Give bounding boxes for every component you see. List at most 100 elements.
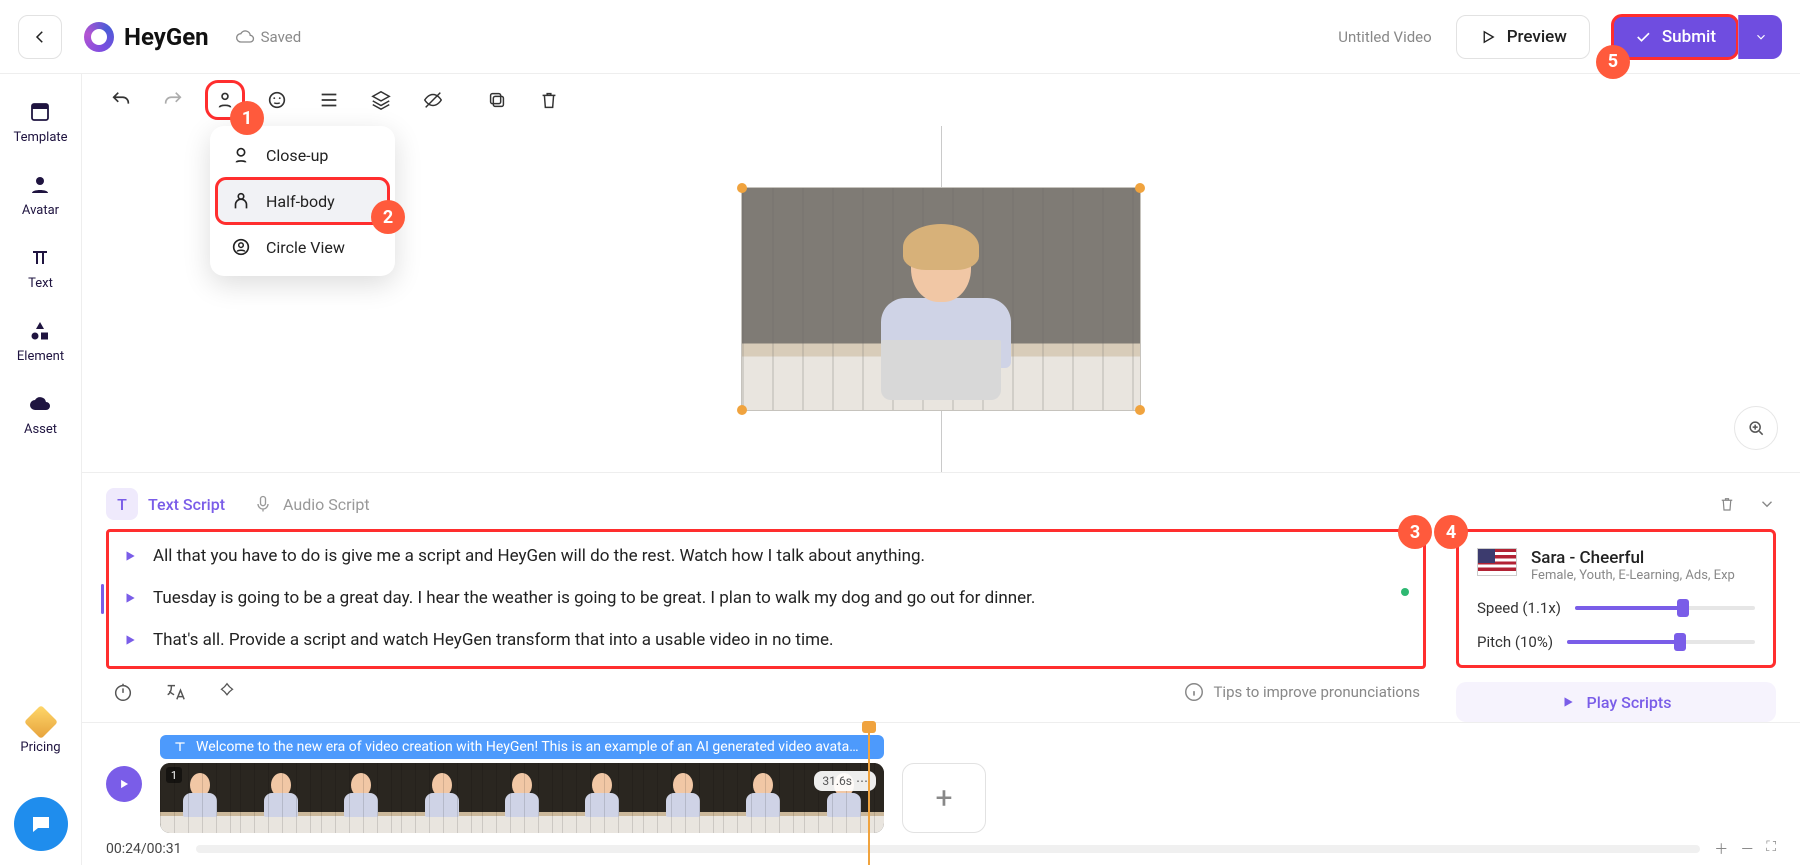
timeline-clip[interactable]: 1 31.6s⋯ [160, 763, 884, 833]
undo-button[interactable] [104, 83, 138, 117]
speed-slider[interactable] [1575, 606, 1755, 610]
redo-button[interactable] [156, 83, 190, 117]
brand-logo-icon [84, 22, 114, 52]
annotation-badge-3: 3 [1398, 515, 1432, 549]
sidebar-item-template[interactable]: Template [13, 100, 67, 145]
script-text: Tuesday is going to be a great day. I he… [153, 588, 1035, 608]
tips-label: Tips to improve pronunciations [1213, 683, 1420, 701]
zoom-fit-button[interactable]: ⛶ [1766, 839, 1776, 859]
check-icon [1634, 28, 1652, 46]
submit-button[interactable]: Submit [1612, 15, 1738, 59]
sidebar: Template Avatar Text Element Asset Prici… [0, 74, 82, 865]
play-line-button[interactable] [123, 590, 137, 610]
resize-handle[interactable] [737, 183, 747, 193]
annotation-badge-2: 2 [371, 200, 405, 234]
script-text: All that you have to do is give me a scr… [153, 546, 925, 566]
trash-icon[interactable] [1718, 495, 1736, 513]
play-scripts-button[interactable]: Play Scripts [1456, 682, 1776, 722]
script-tabs: T Text Script Audio Script [106, 483, 1776, 525]
chat-support-button[interactable] [14, 797, 68, 851]
tab-label: Audio Script [283, 495, 370, 514]
timeline-play-button[interactable] [106, 766, 142, 802]
active-indicator [1401, 588, 1409, 596]
pitch-slider[interactable] [1567, 640, 1755, 644]
layers-icon [370, 89, 392, 111]
tab-audio-script[interactable]: Audio Script [253, 494, 370, 514]
preview-button[interactable]: Preview [1456, 15, 1590, 59]
resize-handle[interactable] [737, 405, 747, 415]
sidebar-label: Element [17, 349, 64, 364]
annotation-badge-5: 5 [1596, 45, 1630, 79]
diamond-icon [24, 705, 58, 739]
script-line[interactable]: Tuesday is going to be a great day. I he… [109, 578, 1423, 620]
sidebar-label: Asset [24, 422, 57, 437]
canvas-toolbar: 1 Close-up Half-body 2 [82, 74, 1800, 126]
script-lines: All that you have to do is give me a scr… [106, 529, 1426, 669]
chevron-down-icon[interactable] [1758, 495, 1776, 513]
project-title[interactable]: Untitled Video [1338, 28, 1431, 46]
annotation-badge-4: 4 [1434, 515, 1468, 549]
trash-icon [538, 89, 560, 111]
submit-more-button[interactable] [1738, 15, 1782, 59]
zoom-out-button[interactable]: － [1740, 839, 1754, 859]
sidebar-label: Template [13, 130, 67, 145]
copy-button[interactable] [480, 83, 514, 117]
timeline-caption: Welcome to the new era of video creation… [196, 739, 859, 755]
delete-button[interactable] [532, 83, 566, 117]
script-line[interactable]: All that you have to do is give me a scr… [109, 536, 1423, 578]
resize-handle[interactable] [1135, 183, 1145, 193]
script-line[interactable]: That's all. Provide a script and watch H… [109, 620, 1423, 662]
sidebar-item-asset[interactable]: Asset [24, 392, 57, 437]
play-line-button[interactable] [123, 548, 137, 568]
chevron-down-icon [1754, 30, 1768, 44]
crop-option-halfbody[interactable]: Half-body [216, 178, 389, 224]
cloud-icon [235, 27, 255, 47]
add-clip-button[interactable]: + [902, 763, 986, 833]
sidebar-label: Pricing [20, 740, 60, 755]
align-button[interactable] [312, 83, 346, 117]
sidebar-item-element[interactable]: Element [17, 319, 64, 364]
pace-icon[interactable] [112, 681, 134, 703]
submit-label: Submit [1662, 27, 1716, 47]
eye-off-icon [422, 89, 444, 111]
zoom-button[interactable] [1734, 406, 1778, 450]
voice-settings[interactable]: Sara - Cheerful Female, Youth, E-Learnin… [1456, 529, 1776, 668]
zoom-in-button[interactable]: ＋ [1714, 839, 1728, 859]
ai-icon[interactable] [216, 681, 238, 703]
avatar-frame[interactable] [741, 187, 1141, 411]
speed-control: Speed (1.1x) [1477, 599, 1755, 617]
playhead[interactable] [868, 723, 870, 865]
sidebar-label: Text [28, 276, 53, 291]
sidebar-item-text[interactable]: Text [28, 246, 53, 291]
pitch-label: Pitch (10%) [1477, 633, 1553, 651]
info-icon [1183, 681, 1205, 703]
header: HeyGen Saved Untitled Video Preview Subm… [0, 0, 1800, 74]
face-icon [266, 89, 288, 111]
timeline-scrollbar[interactable] [196, 845, 1701, 853]
mic-icon [253, 494, 273, 514]
text-icon [172, 739, 188, 755]
tab-text-script[interactable]: T Text Script [106, 488, 225, 520]
crop-option-circle[interactable]: Circle View [216, 224, 389, 270]
crop-option-label: Half-body [266, 192, 335, 211]
voice-desc: Female, Youth, E-Learning, Ads, Exp [1531, 568, 1735, 583]
translate-icon[interactable] [164, 681, 186, 703]
back-button[interactable] [18, 15, 62, 59]
brand-name: HeyGen [124, 23, 209, 51]
sidebar-item-avatar[interactable]: Avatar [22, 173, 59, 218]
script-panel: T Text Script Audio Script [82, 472, 1800, 722]
layers-button[interactable] [364, 83, 398, 117]
crop-option-closeup[interactable]: Close-up [216, 132, 389, 178]
crop-option-label: Close-up [266, 146, 328, 165]
play-line-button[interactable] [123, 632, 137, 652]
redo-icon [162, 89, 184, 111]
face-button[interactable] [260, 83, 294, 117]
template-icon [28, 100, 52, 124]
timeline-caption-bar[interactable]: Welcome to the new era of video creation… [160, 735, 884, 759]
resize-handle[interactable] [1135, 405, 1145, 415]
pronunciation-tips[interactable]: Tips to improve pronunciations [1183, 681, 1420, 703]
tab-label: Text Script [148, 495, 225, 514]
visibility-button[interactable] [416, 83, 450, 117]
copy-icon [486, 89, 508, 111]
sidebar-item-pricing[interactable]: Pricing [20, 710, 60, 755]
